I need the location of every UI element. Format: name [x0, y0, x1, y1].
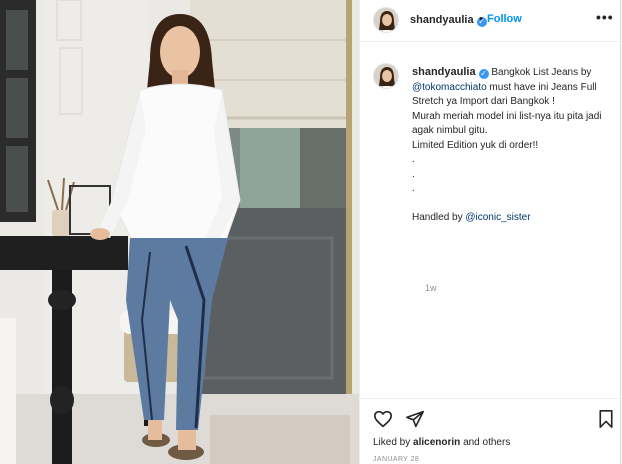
- caption-username-link[interactable]: shandyaulia: [412, 66, 476, 78]
- heart-icon[interactable]: [373, 410, 393, 433]
- avatar-image: [374, 8, 398, 32]
- caption-line: .: [412, 168, 415, 180]
- post-header: shandyaulia ✓ • Follow •••: [360, 0, 622, 42]
- bookmark-icon[interactable]: [598, 410, 614, 433]
- liked-by-prefix: Liked by: [373, 437, 411, 448]
- post-photo[interactable]: [0, 0, 359, 464]
- caption-line: Murah meriah model ini list-nya itu pita…: [412, 110, 602, 137]
- caption-avatar[interactable]: [373, 63, 399, 89]
- instagram-post: shandyaulia ✓ • Follow ••• shandyaulia ✓ B…: [0, 0, 622, 464]
- post-date[interactable]: JANUARY 28: [373, 456, 419, 463]
- post-side-panel: shandyaulia ✓ • Follow ••• shandyaulia ✓ B…: [359, 0, 622, 464]
- mention-link-iconic-sister[interactable]: @iconic_sister: [465, 212, 530, 223]
- caption-line: Limited Edition yuk di order!!: [412, 139, 539, 151]
- caption-line: Handled by: [412, 212, 463, 223]
- caption-text: shandyaulia ✓ Bangkok List Jeans by @toko…: [412, 65, 612, 226]
- follow-button[interactable]: Follow: [487, 13, 522, 25]
- liked-by-suffix[interactable]: and others: [463, 437, 510, 448]
- mention-link-tokomacchiato[interactable]: @tokomacchiato: [412, 82, 487, 93]
- caption-time-ago[interactable]: 1w: [425, 283, 437, 293]
- caption-line: Bangkok List Jeans by: [491, 67, 592, 78]
- username-link[interactable]: shandyaulia ✓: [410, 14, 487, 27]
- username-text: shandyaulia: [410, 14, 474, 26]
- more-options-icon[interactable]: •••: [596, 9, 614, 25]
- post-actions: Liked by alicenorin and others JANUARY 2…: [360, 398, 622, 464]
- share-icon[interactable]: [405, 410, 425, 433]
- likes-summary: Liked by alicenorin and others: [373, 437, 510, 448]
- separator-dot: •: [479, 13, 483, 25]
- caption-avatar-image: [374, 64, 398, 88]
- caption-line: .: [412, 154, 415, 165]
- caption-verified-badge-icon: ✓: [478, 69, 489, 79]
- caption-line: .: [412, 183, 415, 194]
- photo-illustration: [0, 0, 359, 464]
- liked-by-user-link[interactable]: alicenorin: [413, 437, 460, 448]
- avatar[interactable]: [373, 7, 399, 33]
